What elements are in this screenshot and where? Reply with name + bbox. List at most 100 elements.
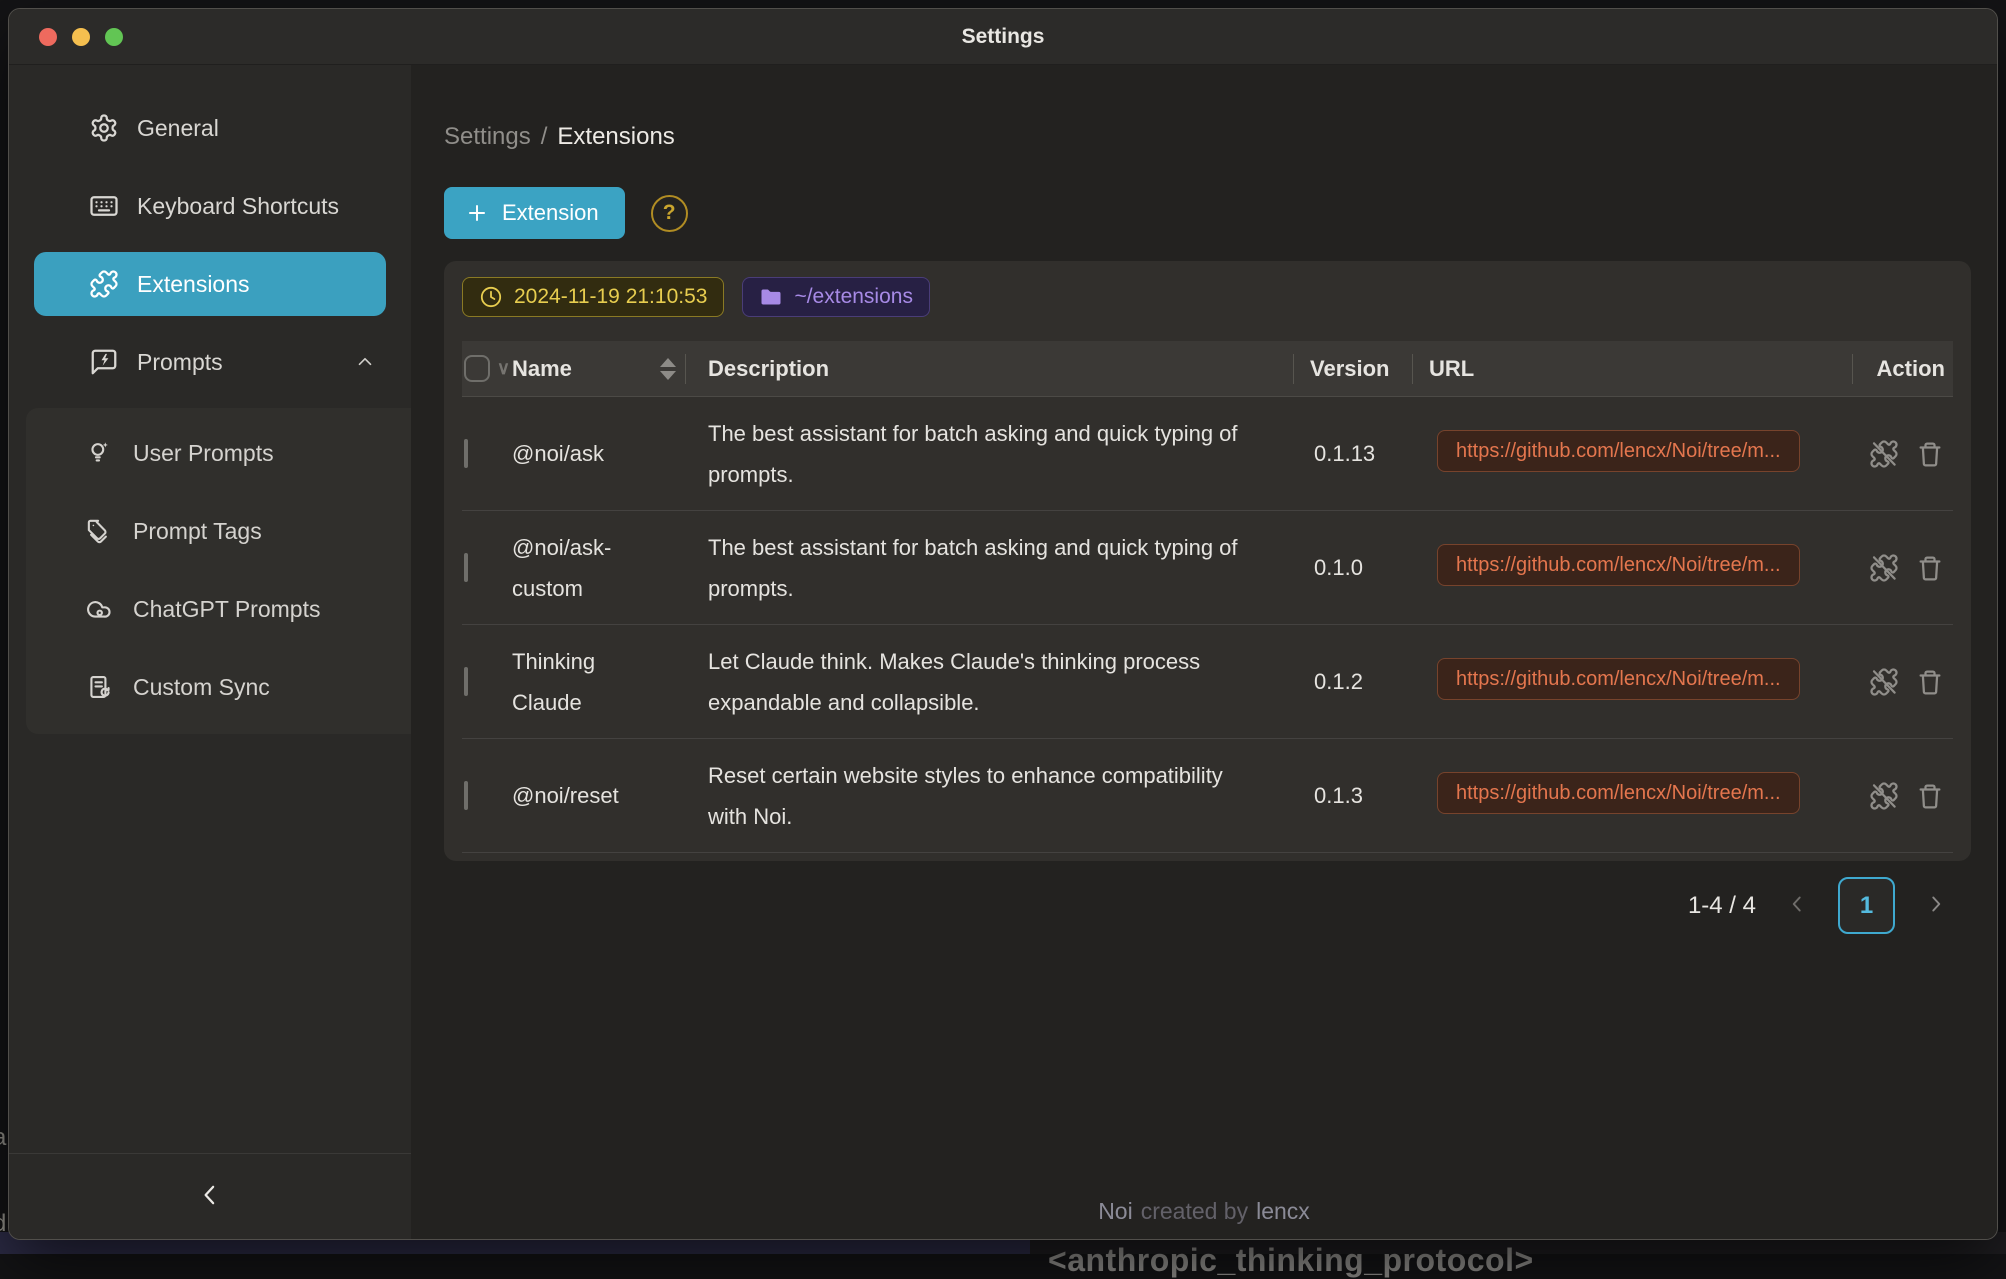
delete-extension-button[interactable] — [1915, 781, 1945, 811]
extension-name: Thinking Claude — [510, 641, 686, 723]
trash-icon — [1915, 667, 1945, 697]
sidebar-item-prompt-tags[interactable]: Prompt Tags — [26, 492, 411, 570]
select-dropdown-caret-icon[interactable]: ∨ — [497, 358, 510, 379]
extension-name: @noi/ask — [510, 433, 686, 474]
puzzle-off-icon — [1869, 667, 1899, 697]
puzzle-off-icon — [1869, 553, 1899, 583]
sidebar-item-label: Keyboard Shortcuts — [137, 193, 339, 220]
app-name-link[interactable]: Noi — [1098, 1198, 1133, 1224]
extension-description: Reset certain website styles to enhance … — [708, 755, 1260, 837]
directory-value: ~/extensions — [794, 285, 913, 309]
table-body: @noi/ask The best assistant for batch as… — [462, 397, 1953, 853]
trash-icon — [1915, 553, 1945, 583]
clock-icon — [479, 285, 503, 309]
lightbulb-sparkle-icon — [85, 439, 113, 467]
folder-icon — [759, 285, 783, 309]
breadcrumb: Settings/Extensions — [444, 123, 1997, 151]
chevron-up-icon[interactable] — [354, 351, 376, 373]
page-number-button[interactable]: 1 — [1838, 877, 1895, 934]
extension-url-link[interactable]: https://github.com/lencx/Noi/tree/m... — [1437, 544, 1800, 586]
add-extension-button[interactable]: Extension — [444, 187, 625, 239]
settings-window: Settings General Keyboard Shortcuts Exte… — [8, 8, 1998, 1240]
sidebar-item-prompts[interactable]: Prompts — [34, 330, 386, 394]
extension-url-link[interactable]: https://github.com/lencx/Noi/tree/m... — [1437, 430, 1800, 472]
row-checkbox[interactable] — [464, 439, 468, 468]
disable-extension-button[interactable] — [1869, 781, 1899, 811]
delete-extension-button[interactable] — [1915, 667, 1945, 697]
zoom-window-button[interactable] — [105, 28, 123, 46]
row-checkbox[interactable] — [464, 781, 468, 810]
window-title: Settings — [9, 9, 1997, 64]
cloud-icon — [85, 595, 113, 623]
sort-asc-icon — [660, 358, 676, 367]
minimize-window-button[interactable] — [72, 28, 90, 46]
titlebar[interactable]: Settings — [9, 9, 1997, 65]
prompts-subsection: User Prompts Prompt Tags ChatGPT Prompts… — [26, 408, 411, 734]
sidebar-item-label: Prompts — [137, 349, 223, 376]
sort-toggle[interactable] — [660, 358, 676, 380]
credit-text: created by — [1141, 1198, 1248, 1224]
extension-version: 0.1.0 — [1294, 555, 1413, 581]
column-header-action: Action — [1877, 356, 1945, 382]
sidebar-item-user-prompts[interactable]: User Prompts — [26, 414, 411, 492]
column-header-url: URL — [1429, 356, 1474, 382]
sidebar-item-label: Prompt Tags — [133, 518, 262, 545]
question-mark-icon: ? — [663, 201, 676, 225]
next-page-button[interactable] — [1923, 891, 1949, 920]
extensions-panel: 2024-11-19 21:10:53 ~/extensions ∨ Name — [444, 261, 1971, 861]
sidebar-item-label: General — [137, 115, 219, 142]
main-content: Settings/Extensions Extension ? 2024-11-… — [411, 65, 1997, 1239]
timestamp-value: 2024-11-19 21:10:53 — [514, 285, 707, 309]
extension-version: 0.1.13 — [1294, 441, 1413, 467]
sidebar-item-general[interactable]: General — [34, 96, 386, 160]
extension-url-link[interactable]: https://github.com/lencx/Noi/tree/m... — [1437, 772, 1800, 814]
footer-credit: Noi created by lencx — [411, 1198, 1997, 1225]
author-link[interactable]: lencx — [1256, 1198, 1310, 1224]
tags-icon — [85, 517, 113, 545]
collapse-sidebar-button[interactable] — [189, 1174, 231, 1219]
traffic-lights — [39, 28, 123, 46]
pagination-range: 1-4 / 4 — [1688, 892, 1756, 920]
extension-name: @noi/ask-custom — [510, 527, 686, 609]
background-window-text: <anthropic_thinking_protocol> — [1048, 1242, 1534, 1279]
sidebar-item-chatgpt-prompts[interactable]: ChatGPT Prompts — [26, 570, 411, 648]
table-row: @noi/ask-custom The best assistant for b… — [462, 511, 1953, 625]
table-row: @noi/reset Reset certain website styles … — [462, 739, 1953, 853]
delete-extension-button[interactable] — [1915, 439, 1945, 469]
chevron-right-icon — [1923, 891, 1949, 917]
add-extension-label: Extension — [502, 200, 599, 226]
background-text-fragment: a — [0, 1124, 6, 1152]
sidebar-nav: General Keyboard Shortcuts Extensions Pr… — [9, 65, 411, 1153]
extension-url-link[interactable]: https://github.com/lencx/Noi/tree/m... — [1437, 658, 1800, 700]
select-all-checkbox[interactable] — [464, 355, 490, 382]
close-window-button[interactable] — [39, 28, 57, 46]
sidebar-item-keyboard-shortcuts[interactable]: Keyboard Shortcuts — [34, 174, 386, 238]
keyboard-icon — [89, 191, 119, 221]
sidebar-item-custom-sync[interactable]: Custom Sync — [26, 648, 411, 726]
delete-extension-button[interactable] — [1915, 553, 1945, 583]
disable-extension-button[interactable] — [1869, 553, 1899, 583]
extension-name: @noi/reset — [510, 775, 686, 816]
sidebar-footer — [9, 1153, 411, 1239]
pagination: 1-4 / 4 1 — [411, 877, 1949, 934]
disable-extension-button[interactable] — [1869, 439, 1899, 469]
row-checkbox[interactable] — [464, 553, 468, 582]
help-button[interactable]: ? — [651, 195, 688, 232]
sidebar-item-extensions[interactable]: Extensions — [34, 252, 386, 316]
sidebar: General Keyboard Shortcuts Extensions Pr… — [9, 65, 411, 1239]
extension-description: The best assistant for batch asking and … — [708, 413, 1260, 495]
directory-badge[interactable]: ~/extensions — [742, 277, 930, 317]
column-header-version: Version — [1310, 356, 1389, 382]
sidebar-item-label: ChatGPT Prompts — [133, 596, 320, 623]
trash-icon — [1915, 439, 1945, 469]
extension-version: 0.1.3 — [1294, 783, 1413, 809]
trash-icon — [1915, 781, 1945, 811]
disable-extension-button[interactable] — [1869, 667, 1899, 697]
message-zap-icon — [89, 347, 119, 377]
previous-page-button[interactable] — [1784, 891, 1810, 920]
timestamp-badge: 2024-11-19 21:10:53 — [462, 277, 724, 317]
sidebar-item-label: Extensions — [137, 271, 250, 298]
row-checkbox[interactable] — [464, 667, 468, 696]
breadcrumb-parent[interactable]: Settings — [444, 123, 531, 150]
file-sync-icon — [85, 673, 113, 701]
